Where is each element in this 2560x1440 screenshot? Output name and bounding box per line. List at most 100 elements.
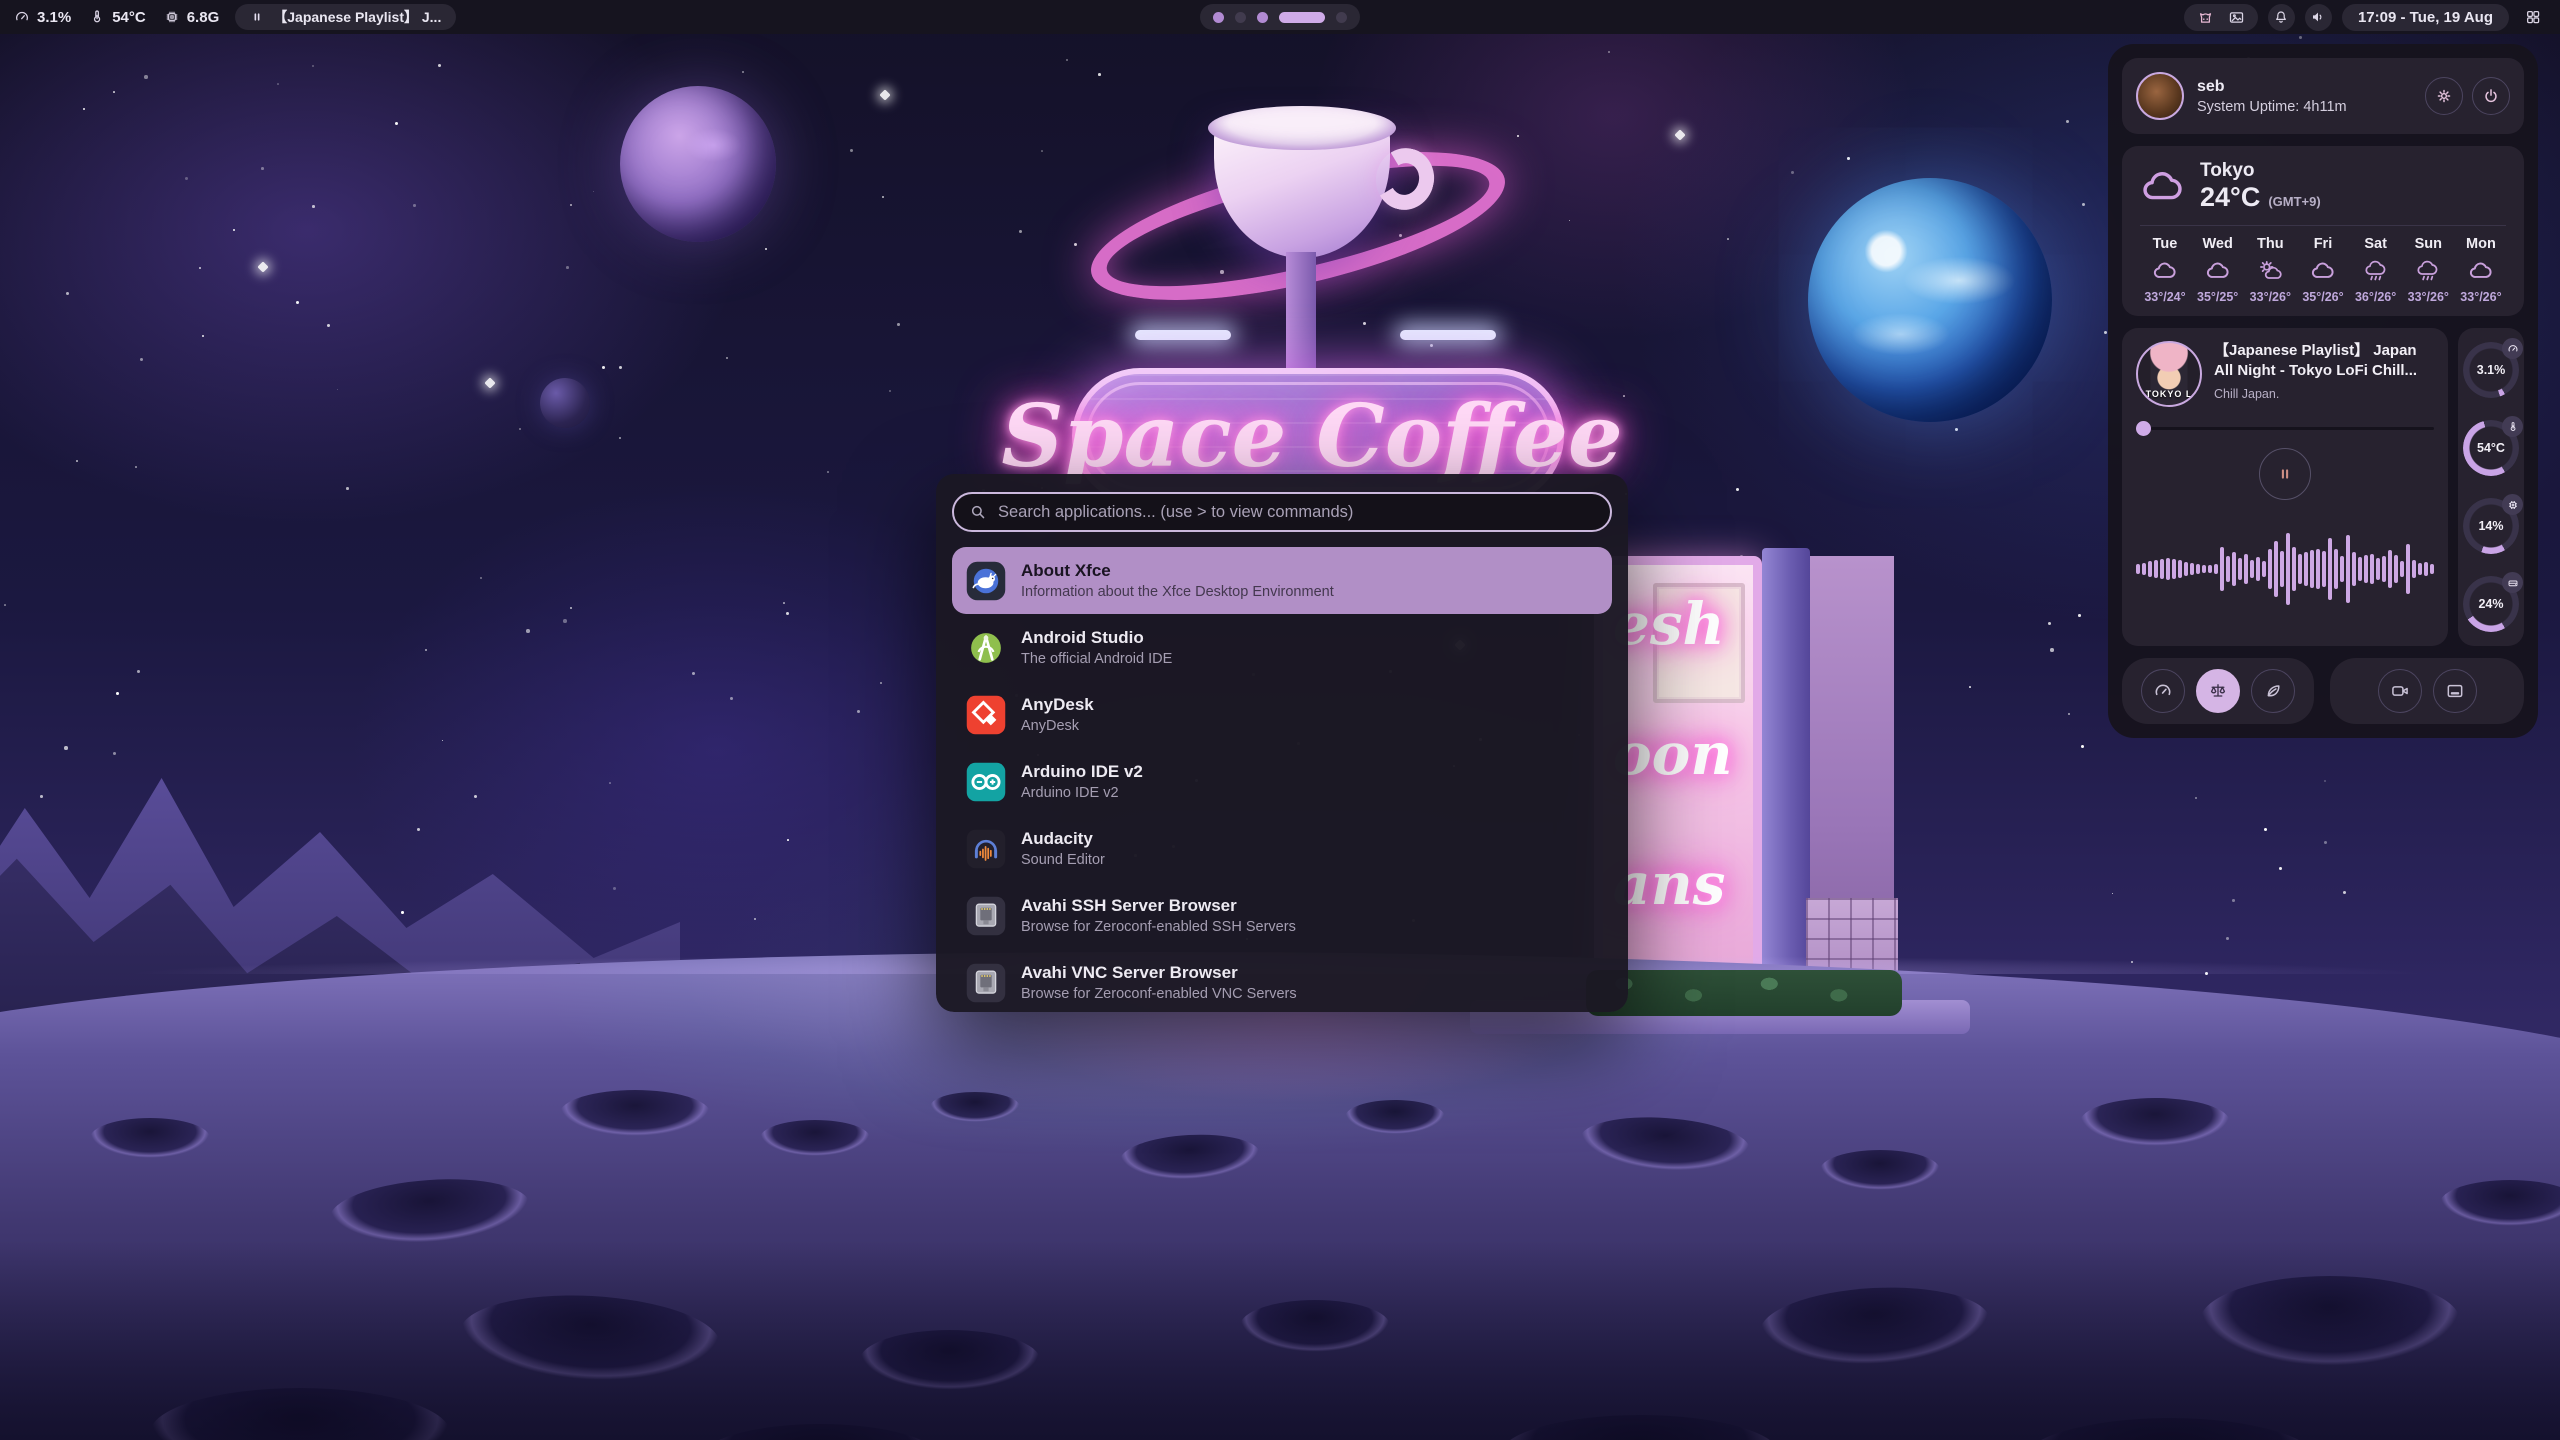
- star: [2264, 828, 2267, 831]
- cat-widget-icon[interactable]: [2197, 9, 2214, 26]
- waveform-bar: [2244, 554, 2248, 584]
- stat-icon: [89, 9, 105, 25]
- forecast-day: Sun 33°/26°: [2403, 236, 2453, 304]
- app-list-item[interactable]: Arduino IDE v2 Arduino IDE v2: [952, 748, 1612, 815]
- gear-icon: [2435, 87, 2453, 105]
- slider-track[interactable]: [2151, 427, 2434, 430]
- star: [1623, 395, 1625, 397]
- volume-button[interactable]: [2305, 4, 2332, 31]
- power-icon: [2482, 87, 2500, 105]
- settings-button[interactable]: [2425, 77, 2463, 115]
- power-button[interactable]: [2472, 77, 2510, 115]
- app-list-item[interactable]: Avahi VNC Server Browser Browse for Zero…: [952, 949, 1612, 1016]
- now-playing-pill[interactable]: 【Japanese Playlist】 J...: [235, 4, 456, 30]
- divider: [2140, 225, 2506, 226]
- window-neon-word: esh: [1613, 595, 1725, 653]
- system-stat: 54°C: [89, 9, 146, 26]
- star: [880, 682, 882, 684]
- notifications-button[interactable]: [2268, 4, 2295, 31]
- profile-balanced-button[interactable]: [2196, 669, 2240, 713]
- app-name: Arduino IDE v2: [1021, 762, 1143, 782]
- waveform-bar: [2232, 552, 2236, 586]
- clock[interactable]: 17:09 - Tue, 19 Aug: [2342, 4, 2509, 31]
- purple-planet: [620, 86, 776, 242]
- wallpaper-icon[interactable]: [2228, 9, 2245, 26]
- star: [783, 602, 785, 604]
- app-list-item[interactable]: About Xfce Information about the Xfce De…: [952, 547, 1612, 614]
- workspace-dot[interactable]: [1235, 12, 1246, 23]
- waveform-bar: [2364, 555, 2368, 583]
- seek-slider[interactable]: [2136, 421, 2434, 436]
- forecast-day-name: Tue: [2153, 236, 2178, 252]
- waveform-bar: [2370, 554, 2374, 584]
- search-input[interactable]: [998, 503, 1595, 522]
- waveform-bar: [2214, 564, 2218, 574]
- waveform-bar: [2172, 559, 2176, 579]
- speaker-icon: [2310, 9, 2326, 25]
- workspace-dot[interactable]: [1213, 12, 1224, 23]
- app-list-item[interactable]: AnyDesk AnyDesk: [952, 681, 1612, 748]
- star: [526, 629, 530, 633]
- weather-card: Tokyo 24°C (GMT+9) Tue 33°/24° Wed 35°/2…: [2122, 146, 2524, 316]
- crater: [90, 1118, 210, 1158]
- waveform-bar: [2208, 565, 2212, 573]
- workspace-dot[interactable]: [1336, 12, 1347, 23]
- forecast-temps: 33°/26°: [2250, 290, 2291, 304]
- star: [199, 267, 201, 269]
- system-gauge: 54°C: [2463, 420, 2519, 476]
- small-moon: [540, 378, 590, 428]
- workspace-dot[interactable]: [1279, 12, 1325, 23]
- system-gauge: 14%: [2463, 498, 2519, 554]
- waveform-bar: [2184, 562, 2188, 576]
- app-grid-button[interactable]: [2519, 4, 2546, 31]
- system-gauge: 3.1%: [2463, 342, 2519, 398]
- audio-waveform: [2136, 504, 2434, 633]
- control-center-panel: seb System Uptime: 4h11m Tokyo 24°C (GMT…: [2108, 44, 2538, 738]
- app-list-item[interactable]: Android Studio The official Android IDE: [952, 614, 1612, 681]
- star: [2299, 36, 2302, 39]
- widget-toggles-pill[interactable]: [2184, 4, 2258, 31]
- app-description: Browse for Zeroconf-enabled SSH Servers: [1021, 919, 1296, 935]
- stat-value: 3.1%: [37, 9, 71, 26]
- waveform-bar: [2394, 555, 2398, 583]
- star: [137, 670, 140, 673]
- star: [787, 839, 789, 841]
- waveform-bar: [2148, 561, 2152, 577]
- app-description: The official Android IDE: [1021, 651, 1172, 667]
- app-name: Android Studio: [1021, 628, 1172, 648]
- avatar: [2136, 72, 2184, 120]
- app-list-item[interactable]: Avahi SSH Server Browser Browse for Zero…: [952, 882, 1612, 949]
- play-pause-button[interactable]: [2259, 448, 2311, 500]
- app-description: Sound Editor: [1021, 852, 1105, 868]
- star: [40, 795, 43, 798]
- search-icon: [969, 503, 987, 521]
- forecast-weather-icon: [2205, 258, 2231, 284]
- app-icon: [965, 627, 1007, 669]
- screenshot-button[interactable]: [2433, 669, 2477, 713]
- profile-powersave-button[interactable]: [2251, 669, 2295, 713]
- app-description: AnyDesk: [1021, 718, 1094, 734]
- waveform-bar: [2382, 556, 2386, 582]
- crater: [760, 1120, 870, 1156]
- star: [2195, 797, 2197, 799]
- app-list-item[interactable]: Audacity Sound Editor: [952, 815, 1612, 882]
- profile-performance-button[interactable]: [2141, 669, 2185, 713]
- screen-record-button[interactable]: [2378, 669, 2422, 713]
- launcher-search-bar[interactable]: [952, 492, 1612, 532]
- slider-handle[interactable]: [2136, 421, 2151, 436]
- sign-light-right: [1400, 330, 1496, 340]
- star: [64, 746, 68, 750]
- app-name: Avahi VNC Server Browser: [1021, 963, 1297, 983]
- clock-label: 17:09 - Tue, 19 Aug: [2358, 9, 2493, 26]
- star: [1847, 157, 1850, 160]
- forecast-day-name: Wed: [2202, 236, 2232, 252]
- workspace-switcher[interactable]: [1200, 4, 1360, 30]
- app-icon: [965, 761, 1007, 803]
- app-icon: [965, 828, 1007, 870]
- waveform-bar: [2388, 550, 2392, 588]
- star: [570, 607, 572, 609]
- stat-value: 6.8G: [187, 9, 220, 26]
- star: [619, 437, 621, 439]
- workspace-dot[interactable]: [1257, 12, 1268, 23]
- cloud-icon: [2140, 164, 2186, 210]
